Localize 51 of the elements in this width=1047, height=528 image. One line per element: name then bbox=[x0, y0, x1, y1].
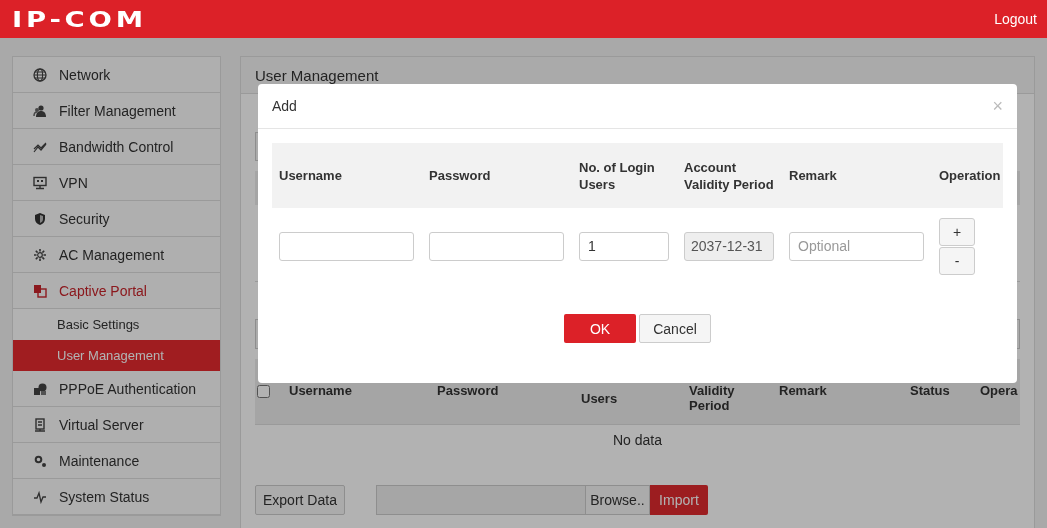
dialog-title: Add bbox=[272, 98, 297, 114]
browse-button[interactable]: Browse.. bbox=[584, 485, 650, 515]
monitor-icon bbox=[33, 175, 47, 190]
sidebar-item[interactable]: System Status bbox=[13, 479, 220, 515]
sidebar-item[interactable]: AC Management bbox=[13, 237, 220, 273]
sidebar-item[interactable]: Filter Management bbox=[13, 93, 220, 129]
gear-icon bbox=[33, 247, 47, 262]
column-header: Username bbox=[278, 167, 343, 184]
username-field[interactable] bbox=[279, 231, 414, 261]
globe-icon bbox=[33, 67, 47, 82]
sidebar-item[interactable]: PPPoE Authentication bbox=[13, 371, 220, 407]
sidebar-item[interactable]: Maintenance bbox=[13, 443, 220, 479]
windows-icon bbox=[33, 283, 47, 298]
sidebar-item[interactable]: Network bbox=[13, 57, 220, 93]
column-header: Password bbox=[428, 167, 492, 184]
export-button[interactable]: Export Data bbox=[255, 485, 345, 515]
column-header: Username bbox=[289, 383, 352, 398]
logout-link[interactable]: Logout bbox=[994, 11, 1037, 27]
column-header: Account Validity Period bbox=[683, 158, 775, 193]
sidebar-item[interactable]: VPN bbox=[13, 165, 220, 201]
column-header: No. of Login Users bbox=[578, 158, 656, 193]
remark-field[interactable]: Optional bbox=[789, 231, 924, 261]
logo: IP-COM bbox=[12, 6, 147, 32]
column-header: Password bbox=[437, 383, 499, 398]
network-icon bbox=[33, 381, 47, 396]
file-field[interactable] bbox=[375, 485, 585, 515]
column-header: Opera bbox=[980, 383, 1018, 398]
server-icon bbox=[33, 417, 47, 432]
import-button[interactable]: Import bbox=[649, 485, 708, 515]
login-users-field[interactable]: 1 bbox=[579, 231, 669, 261]
cancel-button[interactable]: Cancel bbox=[639, 314, 711, 343]
column-header: Remark bbox=[779, 383, 827, 398]
sidebar-subitem[interactable]: User Management bbox=[13, 340, 220, 371]
sidebar-item[interactable]: Virtual Server bbox=[13, 407, 220, 443]
sidebar-item[interactable]: Bandwidth Control bbox=[13, 129, 220, 165]
shield-icon bbox=[33, 211, 47, 226]
people-icon bbox=[33, 103, 47, 118]
pulse-icon bbox=[33, 489, 47, 504]
column-header: Operation bbox=[938, 167, 1002, 184]
gears-icon bbox=[33, 453, 47, 468]
add-row-button[interactable]: + bbox=[939, 217, 975, 246]
column-header: Validity Period bbox=[689, 383, 736, 413]
column-header: Remark bbox=[788, 167, 838, 184]
select-all-checkbox[interactable] bbox=[257, 385, 270, 398]
sidebar-item[interactable]: Security bbox=[13, 201, 220, 237]
column-header: Users bbox=[581, 391, 618, 406]
ok-button[interactable]: OK bbox=[564, 314, 636, 343]
remove-row-button[interactable]: - bbox=[939, 246, 975, 275]
column-header: Status bbox=[910, 383, 950, 398]
empty-message: No data bbox=[255, 424, 1020, 455]
password-field[interactable] bbox=[429, 231, 564, 261]
